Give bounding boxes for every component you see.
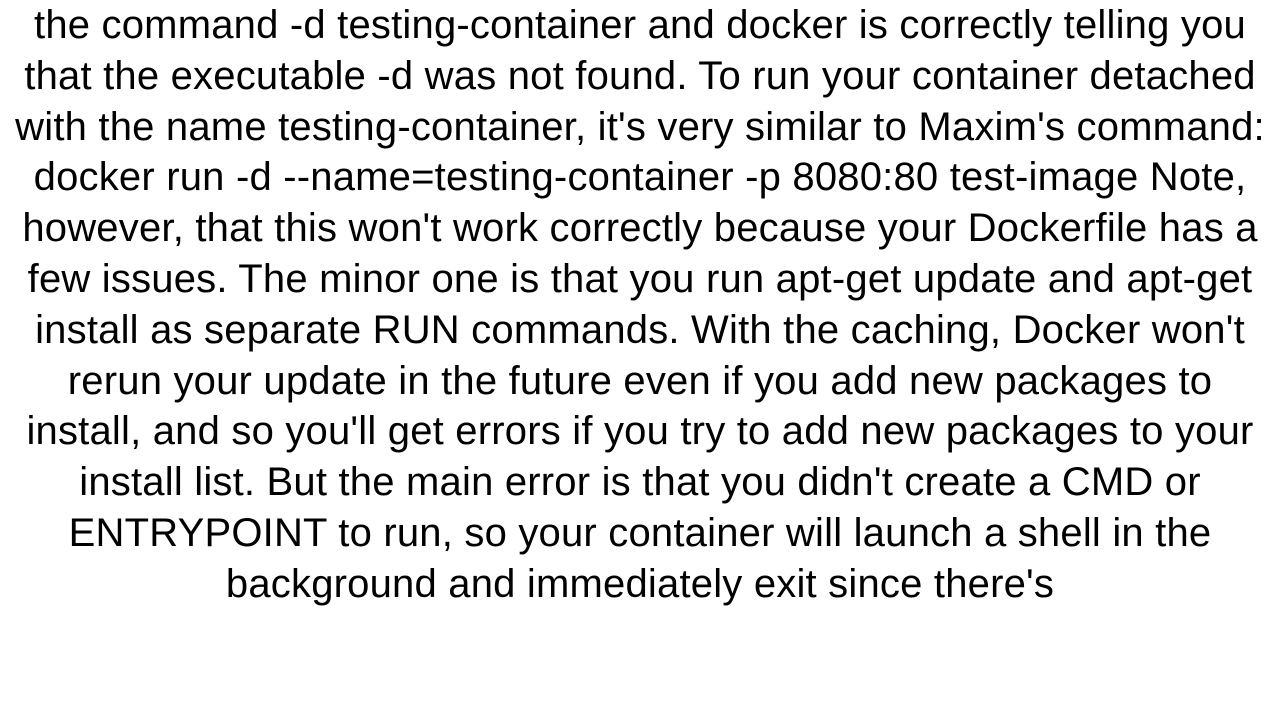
document-viewport: the command -d testing-container and doc… bbox=[0, 0, 1280, 720]
document-body-text: the command -d testing-container and doc… bbox=[10, 0, 1270, 610]
